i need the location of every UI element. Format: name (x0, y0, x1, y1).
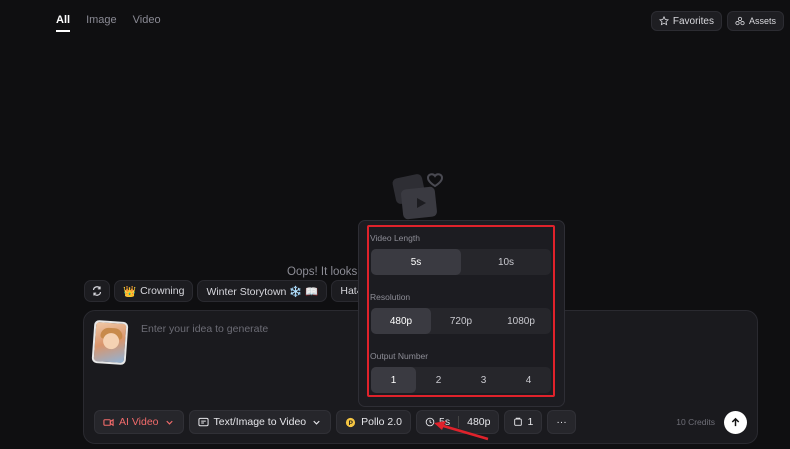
resolution-label: 480p (467, 416, 491, 428)
settings-group[interactable]: 5s 480p (416, 410, 500, 434)
prompt-input[interactable]: Enter your idea to generate (141, 323, 268, 335)
svg-text:P: P (349, 419, 354, 426)
output-count-setting[interactable]: 1 (504, 410, 543, 434)
video-length-option-10s[interactable]: 10s (461, 249, 551, 275)
mode-label: AI Video (119, 416, 159, 428)
video-length-option-5s[interactable]: 5s (371, 249, 461, 275)
favorites-button[interactable]: Favorites (650, 11, 722, 31)
output-number-option-1[interactable]: 1 (371, 367, 416, 393)
composer-toolbar: AI Video Text/Image to Video P Pollo 2.0… (94, 410, 576, 434)
send-button[interactable] (724, 411, 747, 434)
output-number-label: Output Number (370, 351, 429, 361)
output-number-option-3[interactable]: 3 (461, 367, 506, 393)
chip-winter-storytown[interactable]: Winter Storytown ❄️ 📖 (197, 280, 328, 302)
pollo-logo-icon: P (346, 417, 356, 427)
chip-crowning[interactable]: 👑 Crowning (114, 280, 194, 302)
video-length-label: Video Length (370, 233, 420, 243)
type-label: Text/Image to Video (213, 416, 307, 428)
empty-state-message: Oops! It looks (287, 266, 358, 278)
resolution-setting[interactable]: 480p (459, 411, 498, 433)
output-number-option-2[interactable]: 2 (416, 367, 461, 393)
header-actions: Favorites Assets (650, 11, 784, 31)
empty-video-illustration (392, 173, 444, 220)
tab-all[interactable]: All (56, 14, 71, 32)
reference-image-thumbnail[interactable] (91, 319, 129, 366)
resolution-option-1080p[interactable]: 1080p (491, 308, 551, 334)
text-image-icon (197, 417, 209, 426)
chevron-down-icon (313, 420, 320, 425)
more-icon: ··· (556, 416, 567, 428)
prompt-chips: 👑 Crowning Winter Storytown ❄️ 📖 Hat4Pe (84, 280, 385, 302)
resolution-option-480p[interactable]: 480p (371, 308, 431, 334)
chip-label: Winter Storytown ❄️ 📖 (206, 285, 319, 298)
top-tabs: All Image Video (56, 14, 161, 32)
ai-video-mode-dropdown[interactable]: AI Video (94, 410, 184, 434)
credits-label: 10 Credits (676, 417, 715, 427)
resolution-options: 480p 720p 1080p (371, 308, 551, 334)
star-icon (658, 16, 669, 26)
generation-type-dropdown[interactable]: Text/Image to Video (188, 410, 332, 434)
count-label: 1 (527, 416, 534, 428)
crown-icon: 👑 (123, 285, 137, 298)
more-options-button[interactable]: ··· (547, 410, 576, 434)
video-length-options: 5s 10s (371, 249, 551, 275)
assets-icon (735, 16, 745, 26)
refresh-chips-button[interactable] (84, 280, 110, 302)
output-number-option-4[interactable]: 4 (506, 367, 551, 393)
video-camera-icon (103, 418, 114, 426)
assets-label: Assets (748, 16, 776, 26)
assets-button[interactable]: Assets (726, 11, 784, 31)
duration-setting[interactable]: 5s (417, 411, 458, 433)
output-number-options: 1 2 3 4 (371, 367, 551, 393)
chip-label: Crowning (140, 285, 185, 297)
favorites-label: Favorites (672, 15, 714, 27)
model-selector[interactable]: P Pollo 2.0 (336, 410, 412, 434)
generation-settings-popover: Video Length 5s 10s Resolution 480p 720p… (358, 220, 565, 407)
output-count-icon (514, 417, 523, 426)
arrow-up-icon (731, 417, 740, 427)
chevron-down-icon (165, 420, 173, 425)
tab-image[interactable]: Image (86, 14, 117, 32)
duration-label: 5s (439, 416, 451, 428)
clock-icon (425, 417, 435, 427)
model-label: Pollo 2.0 (361, 416, 403, 428)
refresh-icon (92, 286, 102, 296)
resolution-option-720p[interactable]: 720p (431, 308, 491, 334)
tab-video[interactable]: Video (133, 14, 161, 32)
resolution-label: Resolution (370, 292, 411, 302)
